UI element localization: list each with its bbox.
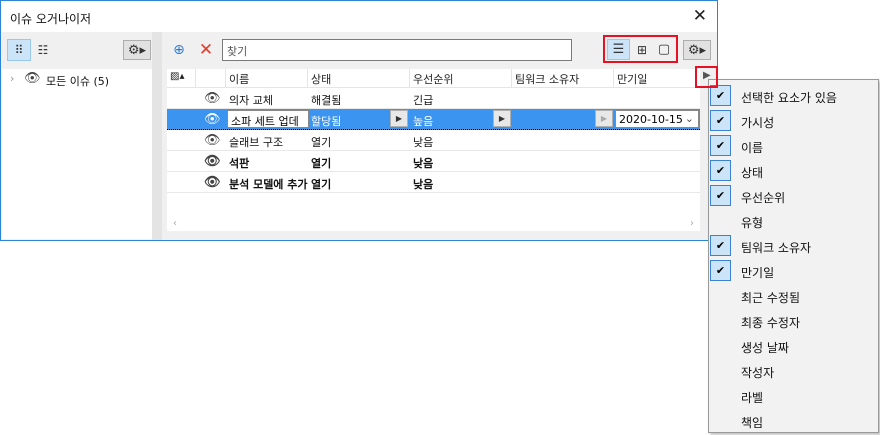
- expand-chevron-icon[interactable]: ›: [10, 72, 14, 85]
- menu-item-column[interactable]: ✔ 만기일: [709, 258, 879, 283]
- has-selection-column-icon[interactable]: ▨▴: [170, 71, 184, 82]
- menu-item-column[interactable]: ✔ 우선순위: [709, 183, 879, 208]
- single-view-icon[interactable]: ▢: [654, 39, 674, 60]
- menu-item-column[interactable]: 작성자: [709, 358, 879, 383]
- checkmark-icon[interactable]: ✔: [710, 235, 731, 256]
- scroll-right-icon[interactable]: ›: [690, 218, 694, 229]
- menu-item-label: 유형: [741, 216, 764, 230]
- column-chooser-arrow-icon[interactable]: ▶: [703, 70, 711, 81]
- checkmark-icon[interactable]: ✔: [710, 185, 731, 206]
- checkmark-icon[interactable]: ✔: [710, 260, 731, 281]
- table-header: ▨▴ 이름 상태 우선순위 팀워크 소유자 만기일: [167, 69, 700, 88]
- chevron-down-icon[interactable]: ⌄: [685, 112, 694, 125]
- menu-item-label: 상태: [741, 166, 764, 180]
- menu-item-label: 선택한 요소가 있음: [741, 91, 837, 105]
- checkmark-icon[interactable]: ✔: [710, 160, 731, 181]
- column-header-due-date[interactable]: 만기일: [617, 71, 647, 87]
- grid-view-icon[interactable]: ⠿: [7, 39, 31, 61]
- column-header-priority[interactable]: 우선순위: [413, 71, 453, 87]
- menu-item-label: 가시성: [741, 116, 775, 130]
- window-title: 이슈 오거나이저: [10, 12, 92, 26]
- due-date-picker[interactable]: 2020-10-15 ⌄: [615, 110, 699, 128]
- list-view-icon[interactable]: ☰: [607, 39, 630, 60]
- menu-item-column[interactable]: 유형: [709, 208, 879, 233]
- table-row[interactable]: 👁 의자 교체 해결됨 긴급: [167, 88, 700, 109]
- checkmark-icon[interactable]: ✔: [710, 85, 731, 106]
- menu-item-label: 만기일: [741, 266, 775, 280]
- column-visibility-menu: ✔ 선택한 요소가 있음 ✔ 가시성 ✔ 이름 ✔ 상태 ✔ 우선순위유형 ✔ 팀워크 소유자 ✔ 만기일…: [708, 79, 879, 433]
- tile-view-icon[interactable]: ⊞: [632, 39, 652, 60]
- delete-icon[interactable]: ✕: [196, 39, 216, 61]
- panel-splitter[interactable]: [152, 32, 162, 240]
- eye-icon[interactable]: 👁: [204, 91, 221, 106]
- priority-dropdown-arrow-icon[interactable]: ▶: [493, 110, 511, 127]
- issue-organizer-window: 이슈 오거나이저 ✕ ⠿ ☷ ⚙▸ › 👁 모든 이슈 (5) ⊕ ✕ 찾기 ☰…: [0, 0, 718, 241]
- issue-name: 의자 교체: [229, 94, 273, 107]
- menu-item-label: 라벨: [741, 391, 764, 405]
- menu-item-label: 이름: [741, 141, 764, 155]
- search-input[interactable]: 찾기: [222, 39, 572, 61]
- eye-icon[interactable]: 👁: [24, 71, 41, 86]
- issue-status: 해결됨: [311, 94, 342, 107]
- issue-priority: 높음: [413, 115, 434, 128]
- column-header-owner[interactable]: 팀워크 소유자: [515, 71, 579, 87]
- table-row[interactable]: 👁 분석 모델에 추가 열기 낮음: [167, 172, 700, 193]
- menu-item-column[interactable]: ✔ 팀워크 소유자: [709, 233, 879, 258]
- menu-item-column[interactable]: ✔ 선택한 요소가 있음: [709, 83, 879, 108]
- owner-dropdown-arrow-icon[interactable]: ▶: [595, 110, 613, 127]
- column-header-status[interactable]: 상태: [311, 71, 331, 87]
- issue-name-edit-field[interactable]: 소파 세트 업데: [227, 110, 309, 128]
- menu-item-column[interactable]: ✔ 가시성: [709, 108, 879, 133]
- issue-name: 분석 모델에 추가: [229, 178, 308, 191]
- menu-item-column[interactable]: 생성 날짜: [709, 333, 879, 358]
- issue-status: 열기: [311, 157, 332, 170]
- menu-item-column[interactable]: 라벨: [709, 383, 879, 408]
- eye-icon[interactable]: 👁: [204, 112, 221, 127]
- scroll-left-icon[interactable]: ‹: [173, 218, 177, 229]
- column-header-name[interactable]: 이름: [229, 71, 249, 87]
- tree-item-all-issues[interactable]: 모든 이슈 (5): [46, 73, 109, 89]
- menu-item-column[interactable]: ✔ 이름: [709, 133, 879, 158]
- issue-status: 할당됨: [311, 115, 342, 128]
- title-bar: 이슈 오거나이저 ✕: [1, 1, 717, 32]
- issue-tree: › 👁 모든 이슈 (5): [2, 69, 152, 239]
- menu-item-label: 최근 수정됨: [741, 291, 801, 305]
- new-issue-icon[interactable]: ⊕: [169, 39, 189, 61]
- menu-item-label: 작성자: [741, 366, 775, 380]
- left-settings-gear-icon[interactable]: ⚙▸: [123, 40, 151, 60]
- menu-item-label: 최종 수정자: [741, 316, 801, 330]
- due-date-value: 2020-10-15: [619, 113, 683, 126]
- status-dropdown-arrow-icon[interactable]: ▶: [390, 110, 408, 127]
- issue-priority: 낮음: [413, 178, 434, 191]
- menu-item-label: 책임: [741, 416, 764, 430]
- issue-status: 열기: [311, 178, 332, 191]
- table-row-selected[interactable]: 👁 소파 세트 업데 할당됨 ▶ 높음 ▶ ▶ 2020-10-15 ⌄: [167, 109, 700, 130]
- issue-status: 열기: [311, 136, 332, 149]
- menu-item-column[interactable]: 책임: [709, 408, 879, 433]
- issue-name: 슬래브 구조: [229, 136, 284, 149]
- main-settings-gear-icon[interactable]: ⚙▸: [683, 40, 711, 60]
- menu-item-label: 우선순위: [741, 191, 786, 205]
- eye-icon[interactable]: 👁: [204, 175, 221, 190]
- table-row[interactable]: 👁 슬래브 구조 열기 낮음: [167, 130, 700, 151]
- issue-priority: 낮음: [413, 136, 434, 149]
- menu-item-label: 팀워크 소유자: [741, 241, 812, 255]
- issue-priority: 낮음: [413, 157, 434, 170]
- checkmark-icon[interactable]: ✔: [710, 135, 731, 156]
- checkmark-icon[interactable]: ✔: [710, 110, 731, 131]
- issue-table: ▨▴ 이름 상태 우선순위 팀워크 소유자 만기일 👁 의자 교체 해결됨 긴급…: [167, 69, 700, 231]
- table-row[interactable]: 👁 석판 열기 낮음: [167, 151, 700, 172]
- tree-view-icon[interactable]: ☷: [32, 39, 54, 61]
- horizontal-scrollbar[interactable]: ‹ ›: [167, 217, 700, 231]
- menu-item-column[interactable]: 최근 수정됨: [709, 283, 879, 308]
- menu-item-column[interactable]: ✔ 상태: [709, 158, 879, 183]
- close-button[interactable]: ✕: [693, 6, 707, 26]
- issue-priority: 긴급: [413, 94, 434, 107]
- eye-icon[interactable]: 👁: [204, 154, 221, 169]
- eye-icon[interactable]: 👁: [204, 133, 221, 148]
- menu-item-label: 생성 날짜: [741, 341, 789, 355]
- menu-item-column[interactable]: 최종 수정자: [709, 308, 879, 333]
- issue-name: 석판: [229, 157, 250, 170]
